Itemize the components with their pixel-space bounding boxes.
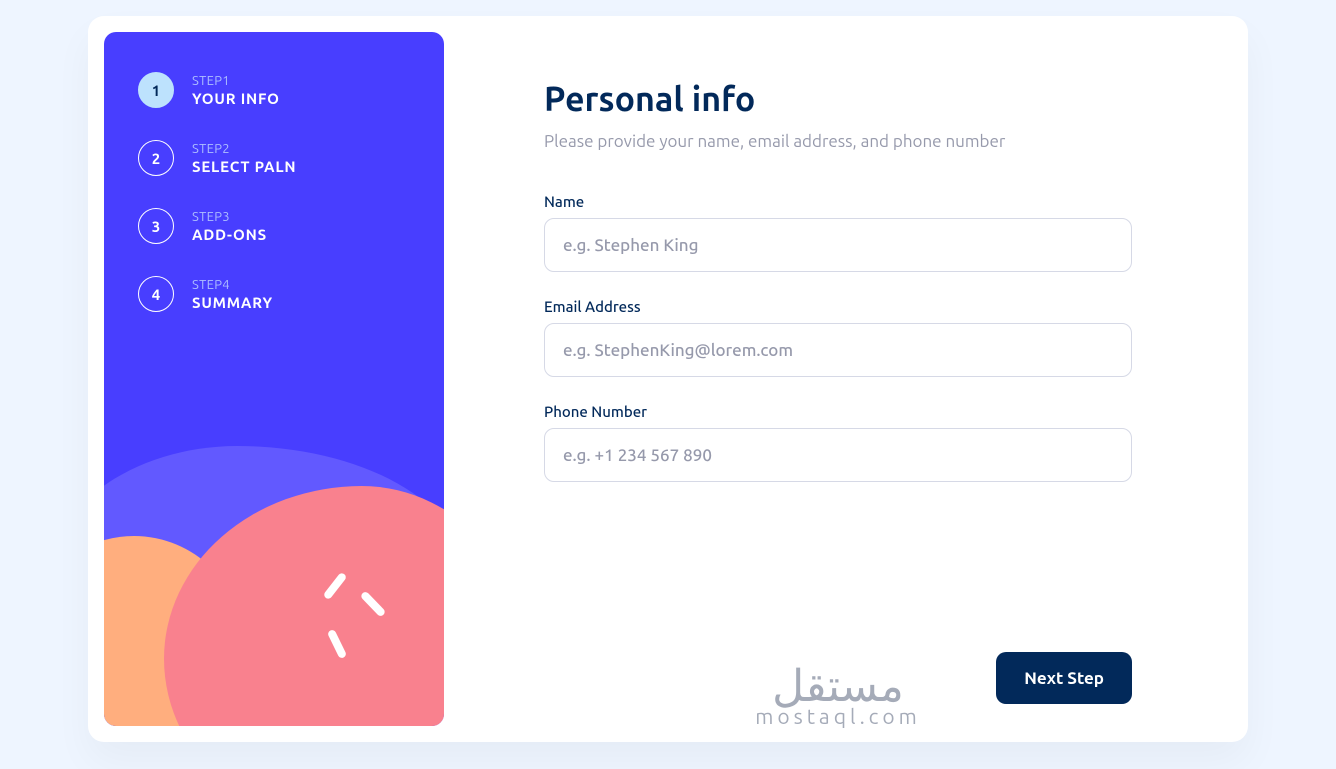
form-footer: Next Step: [544, 652, 1132, 706]
email-label: Email Address: [544, 298, 1132, 315]
step-title: YOUR INFO: [192, 90, 280, 107]
step-text: STEP2 SELECT PALN: [192, 142, 296, 175]
name-input[interactable]: [544, 218, 1132, 272]
step-number-badge: 1: [138, 72, 174, 108]
form-group-email: Email Address: [544, 298, 1132, 377]
step-title: SUMMARY: [192, 294, 273, 311]
main-panel: Personal info Please provide your name, …: [444, 32, 1232, 726]
step-number-badge: 2: [138, 140, 174, 176]
step-title: SELECT PALN: [192, 158, 296, 175]
email-input[interactable]: [544, 323, 1132, 377]
step-label: STEP4: [192, 278, 273, 292]
step-title: ADD-ONS: [192, 226, 267, 243]
sidebar-step-2[interactable]: 2 STEP2 SELECT PALN: [138, 140, 410, 176]
form-group-name: Name: [544, 193, 1132, 272]
next-step-button[interactable]: Next Step: [996, 652, 1132, 704]
step-label: STEP1: [192, 74, 280, 88]
step-number-badge: 3: [138, 208, 174, 244]
sidebar-step-1[interactable]: 1 STEP1 YOUR INFO: [138, 72, 410, 108]
page-subtitle: Please provide your name, email address,…: [544, 132, 1132, 151]
sidebar-step-4[interactable]: 4 STEP4 SUMMARY: [138, 276, 410, 312]
name-label: Name: [544, 193, 1132, 210]
steps-list: 1 STEP1 YOUR INFO 2 STEP2 SELECT PALN 3 …: [138, 72, 410, 312]
page-title: Personal info: [544, 80, 1132, 118]
step-number-badge: 4: [138, 276, 174, 312]
step-label: STEP3: [192, 210, 267, 224]
step-text: STEP3 ADD-ONS: [192, 210, 267, 243]
form-group-phone: Phone Number: [544, 403, 1132, 482]
phone-label: Phone Number: [544, 403, 1132, 420]
step-text: STEP1 YOUR INFO: [192, 74, 280, 107]
sidebar-step-3[interactable]: 3 STEP3 ADD-ONS: [138, 208, 410, 244]
sidebar: 1 STEP1 YOUR INFO 2 STEP2 SELECT PALN 3 …: [104, 32, 444, 726]
form-card: 1 STEP1 YOUR INFO 2 STEP2 SELECT PALN 3 …: [88, 16, 1248, 742]
phone-input[interactable]: [544, 428, 1132, 482]
watermark-latin: mostaql.com: [755, 704, 921, 728]
step-label: STEP2: [192, 142, 296, 156]
step-text: STEP4 SUMMARY: [192, 278, 273, 311]
